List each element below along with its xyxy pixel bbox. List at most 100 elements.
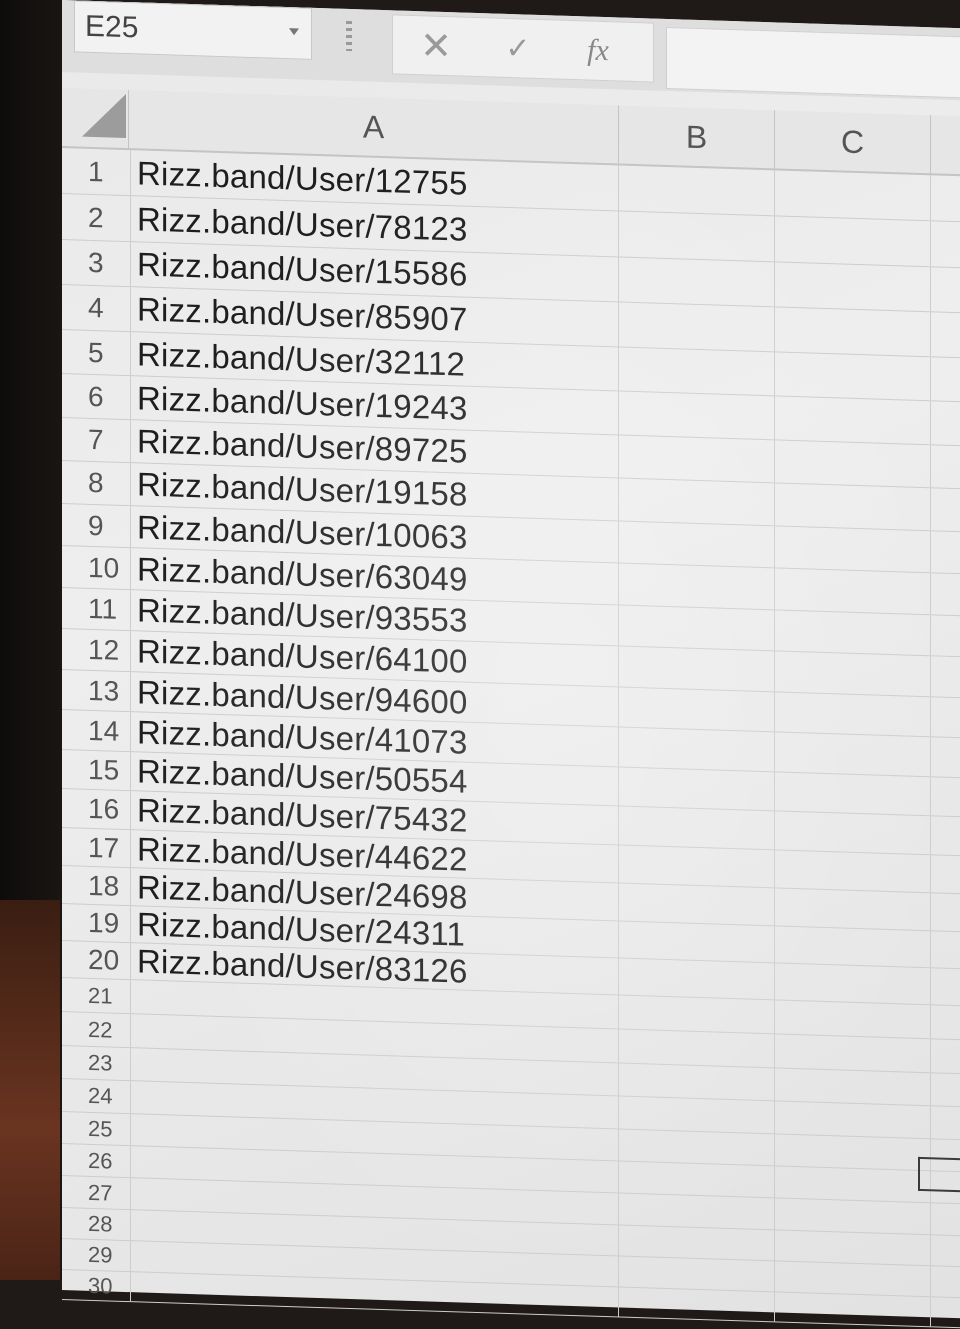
cell-b[interactable] <box>618 347 774 396</box>
cell-b[interactable] <box>618 165 774 216</box>
cell-b[interactable] <box>618 211 774 262</box>
cell-d[interactable] <box>930 697 960 739</box>
cell-b[interactable] <box>618 687 774 732</box>
cell-c[interactable] <box>774 888 930 931</box>
cell-c[interactable] <box>774 568 930 615</box>
row-header[interactable]: 19 <box>88 905 119 942</box>
row-header[interactable]: 6 <box>88 375 104 418</box>
cell-c[interactable] <box>774 483 930 531</box>
row-header[interactable]: 24 <box>88 1080 112 1113</box>
cell-b[interactable] <box>618 958 774 1000</box>
cell-b[interactable] <box>618 1029 774 1068</box>
row-header[interactable]: 25 <box>88 1113 112 1145</box>
cell-c[interactable] <box>774 926 930 968</box>
cell-b[interactable] <box>618 391 774 440</box>
cell-b[interactable] <box>618 1287 774 1322</box>
cell-b[interactable] <box>618 257 774 307</box>
cell-d[interactable] <box>930 221 960 269</box>
cancel-icon[interactable]: ✕ <box>411 20 461 72</box>
cell-c[interactable] <box>774 307 930 357</box>
cell-d[interactable] <box>930 1106 960 1141</box>
row-header[interactable]: 7 <box>88 419 104 461</box>
cell-c[interactable] <box>774 396 930 445</box>
cell-d[interactable] <box>930 1005 960 1041</box>
row-header[interactable]: 13 <box>88 671 119 711</box>
row-header[interactable]: 2 <box>88 195 104 240</box>
cell-d[interactable] <box>930 175 960 223</box>
row-header[interactable]: 14 <box>88 711 119 751</box>
column-header-b[interactable]: B <box>618 105 774 169</box>
cell-d[interactable] <box>930 893 960 933</box>
row-header[interactable]: 23 <box>88 1047 112 1080</box>
cell-c[interactable] <box>774 170 930 221</box>
row-header[interactable]: 17 <box>88 829 119 867</box>
cell-b[interactable] <box>618 995 774 1034</box>
row-header[interactable]: 11 <box>88 589 117 630</box>
cell-c[interactable] <box>774 526 930 573</box>
cell-c[interactable] <box>774 610 930 656</box>
cell-c[interactable] <box>774 1198 930 1235</box>
cell-b[interactable] <box>618 1063 774 1101</box>
cell-c[interactable] <box>774 1261 930 1297</box>
cell-c[interactable] <box>774 1034 930 1073</box>
cell-d[interactable] <box>930 312 960 359</box>
row-header[interactable]: 12 <box>88 630 119 671</box>
cell-c[interactable] <box>774 732 930 777</box>
cell-d[interactable] <box>930 777 960 818</box>
cell-c[interactable] <box>774 1230 930 1266</box>
cell-d[interactable] <box>930 737 960 779</box>
row-header[interactable]: 3 <box>88 241 104 285</box>
cell-c[interactable] <box>774 651 930 697</box>
row-header[interactable]: 16 <box>88 790 119 829</box>
cell-c[interactable] <box>774 352 930 401</box>
row-header[interactable]: 29 <box>88 1240 112 1271</box>
cell-c[interactable] <box>774 216 930 267</box>
cell-b[interactable] <box>618 767 774 811</box>
cell-c[interactable] <box>774 772 930 816</box>
cell-c[interactable] <box>774 963 930 1005</box>
cell-b[interactable] <box>618 646 774 692</box>
column-header-c[interactable]: C <box>774 110 930 174</box>
cell-d[interactable] <box>930 855 960 895</box>
row-header[interactable]: 5 <box>88 331 104 374</box>
active-cell-e25[interactable] <box>918 1156 960 1193</box>
cell-c[interactable] <box>774 1000 930 1039</box>
cell-b[interactable] <box>618 521 774 568</box>
cell-b[interactable] <box>618 883 774 926</box>
row-header[interactable]: 1 <box>88 149 104 194</box>
cell-b[interactable] <box>618 302 774 352</box>
cell-d[interactable] <box>930 968 960 1007</box>
cell-c[interactable] <box>774 692 930 737</box>
cell-c[interactable] <box>774 1166 930 1203</box>
row-header[interactable]: 27 <box>88 1177 112 1209</box>
row-header[interactable]: 28 <box>88 1209 112 1240</box>
cell-b[interactable] <box>618 727 774 772</box>
cell-c[interactable] <box>774 262 930 312</box>
cell-c[interactable] <box>774 1101 930 1139</box>
cell-d[interactable] <box>930 1203 960 1237</box>
cell-d[interactable] <box>930 1073 960 1108</box>
cell-b[interactable] <box>618 921 774 963</box>
cell-b[interactable] <box>618 605 774 651</box>
resize-grip-icon[interactable] <box>346 20 352 52</box>
name-box-dropdown-icon[interactable] <box>289 28 299 36</box>
cell-d[interactable] <box>930 931 960 970</box>
cell-d[interactable] <box>930 445 960 490</box>
cell-d[interactable] <box>930 357 960 403</box>
row-header[interactable]: 26 <box>88 1145 112 1177</box>
cell-b[interactable] <box>618 435 774 483</box>
cell-d[interactable] <box>930 1266 960 1299</box>
cell-d[interactable] <box>930 488 960 533</box>
cell-d[interactable] <box>930 615 960 658</box>
cell-c[interactable] <box>774 1068 930 1106</box>
select-all-icon[interactable] <box>82 92 126 139</box>
enter-check-icon[interactable]: ✓ <box>493 23 543 75</box>
cell-d[interactable] <box>930 656 960 699</box>
row-header[interactable]: 22 <box>88 1013 112 1047</box>
row-header[interactable]: 18 <box>88 867 119 905</box>
cell-d[interactable] <box>930 401 960 447</box>
cell-c[interactable] <box>774 850 930 893</box>
row-header[interactable]: 15 <box>88 751 119 790</box>
insert-function-icon[interactable]: fx <box>573 25 623 77</box>
cell-b[interactable] <box>618 845 774 888</box>
